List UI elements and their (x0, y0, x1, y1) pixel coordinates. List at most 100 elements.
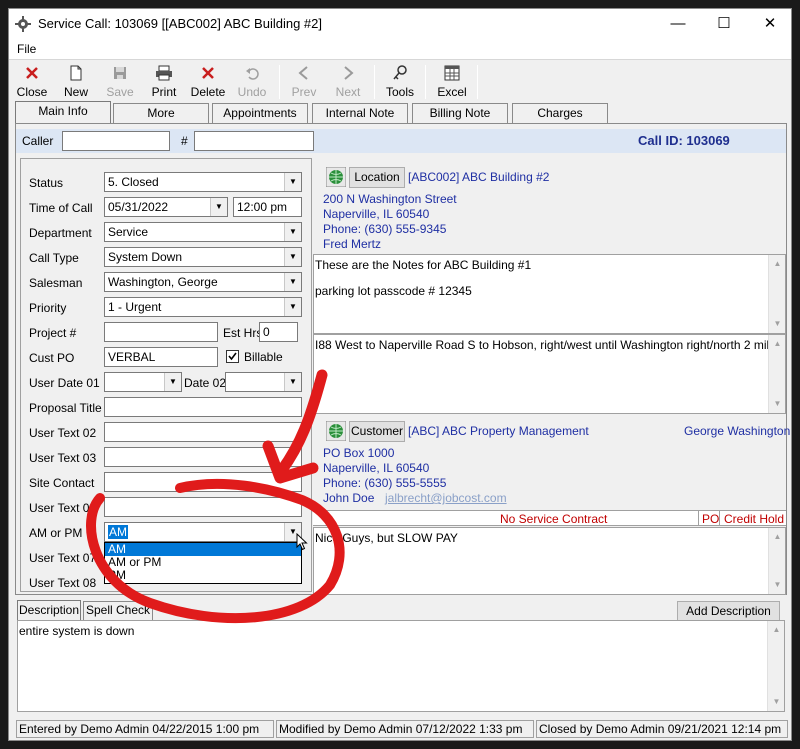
minimize-button[interactable]: — (655, 9, 701, 39)
description-scrollbar[interactable]: ▲ ▼ (767, 621, 784, 711)
location-button[interactable]: Location (349, 167, 405, 188)
globe-icon[interactable] (326, 167, 346, 187)
user-text-03-input[interactable] (104, 447, 302, 467)
tab-description[interactable]: Description (17, 600, 81, 620)
customer-email-link[interactable]: jalbrecht@jobcost.com (385, 491, 507, 505)
cust-po-input[interactable]: VERBAL (104, 347, 218, 367)
save-button[interactable]: Save (98, 63, 142, 101)
project-input[interactable] (104, 322, 218, 342)
chevron-down-icon[interactable]: ▼ (284, 223, 301, 241)
mouse-cursor-icon (296, 533, 308, 551)
location-street: 200 N Washington Street (323, 192, 457, 206)
toolbar: Close New Save Print Delete Undo Prev Ne… (9, 59, 791, 101)
toolbar-separator (279, 65, 280, 99)
main-tabs: Main Info More Appointments Internal Not… (9, 101, 791, 123)
caller-input[interactable] (62, 131, 170, 151)
chevron-down-icon[interactable]: ▼ (284, 248, 301, 266)
scroll-up-icon[interactable]: ▲ (769, 530, 786, 544)
department-select[interactable]: Service ▼ (104, 222, 302, 242)
salesman-value: Washington, George (108, 275, 218, 289)
globe-icon[interactable] (326, 421, 346, 441)
left-arrow-icon (298, 66, 308, 80)
tools-button[interactable]: Tools (378, 63, 422, 101)
tools-label: Tools (385, 85, 414, 99)
am-or-pm-value: AM (108, 525, 128, 539)
user-text-02-label: User Text 02 (29, 426, 97, 440)
tab-main-info[interactable]: Main Info (15, 101, 111, 123)
checkmark-icon (228, 352, 237, 361)
am-or-pm-select[interactable]: AM ▼ (104, 522, 302, 542)
billable-checkbox[interactable] (226, 350, 239, 363)
credit-hold-flag: Credit Hold (724, 512, 785, 526)
user-text-03-label: User Text 03 (29, 451, 97, 465)
chevron-down-icon[interactable]: ▼ (210, 198, 227, 216)
toolbar-separator (477, 65, 478, 99)
user-text-02-input[interactable] (104, 422, 302, 442)
next-label: Next (335, 85, 361, 99)
date-02-picker[interactable]: ▼ (225, 372, 302, 392)
excel-button[interactable]: Excel (430, 63, 474, 101)
est-hrs-input[interactable]: 0 (259, 322, 298, 342)
priority-select[interactable]: 1 - Urgent ▼ (104, 297, 302, 317)
status-select[interactable]: 5. Closed ▼ (104, 172, 302, 192)
option-pm[interactable]: PM (105, 569, 301, 582)
customer-notes-scrollbar[interactable]: ▲ ▼ (768, 528, 785, 594)
user-text-08-label: User Text 08 (29, 576, 97, 590)
scroll-down-icon[interactable]: ▼ (769, 317, 786, 331)
prev-button[interactable]: Prev (282, 63, 326, 101)
chevron-down-icon[interactable]: ▼ (284, 273, 301, 291)
maximize-button[interactable]: ☐ (701, 9, 747, 39)
tab-charges[interactable]: Charges (512, 103, 608, 123)
location-notes-scrollbar[interactable]: ▲ ▼ (768, 255, 785, 333)
tab-more[interactable]: More (113, 103, 209, 123)
call-time-input[interactable]: 12:00 pm (233, 197, 302, 217)
menu-file[interactable]: File (17, 42, 36, 56)
description-textarea[interactable]: entire system is down ▲ ▼ (17, 620, 785, 712)
directions-scrollbar[interactable]: ▲ ▼ (768, 335, 785, 413)
scroll-up-icon[interactable]: ▲ (769, 257, 786, 271)
tab-appointments[interactable]: Appointments (212, 103, 308, 123)
scroll-up-icon[interactable]: ▲ (768, 623, 785, 637)
next-button[interactable]: Next (326, 63, 370, 101)
new-button[interactable]: New (54, 63, 98, 101)
hash-label: # (181, 134, 188, 148)
department-label: Department (29, 226, 92, 240)
location-notes-box[interactable]: These are the Notes for ABC Building #1 … (313, 254, 786, 334)
user-text-05-input[interactable] (104, 497, 302, 517)
customer-button[interactable]: Customer (349, 421, 405, 442)
chevron-down-icon[interactable]: ▼ (284, 173, 301, 191)
chevron-down-icon[interactable]: ▼ (284, 298, 301, 316)
print-label: Print (151, 85, 177, 99)
salesman-select[interactable]: Washington, George ▼ (104, 272, 302, 292)
call-date-picker[interactable]: 05/31/2022 ▼ (104, 197, 228, 217)
customer-notes-box[interactable]: Nice Guys, but SLOW PAY ▲ ▼ (313, 527, 786, 595)
tab-billing-note[interactable]: Billing Note (412, 103, 508, 123)
undo-icon (246, 68, 259, 80)
proposal-title-input[interactable] (104, 397, 302, 417)
delete-button[interactable]: Delete (186, 63, 230, 101)
scroll-up-icon[interactable]: ▲ (769, 337, 786, 351)
call-date-value: 05/31/2022 (108, 200, 169, 214)
close-button[interactable]: Close (10, 63, 54, 101)
customer-notes-text: Nice Guys, but SLOW PAY (315, 531, 458, 545)
directions-box[interactable]: I88 West to Naperville Road S to Hobson,… (313, 334, 786, 414)
call-type-select[interactable]: System Down ▼ (104, 247, 302, 267)
description-text: entire system is down (19, 624, 135, 638)
caller-number-input[interactable] (194, 131, 314, 151)
site-contact-input[interactable] (104, 472, 302, 492)
scroll-down-icon[interactable]: ▼ (769, 578, 786, 592)
add-description-button[interactable]: Add Description (677, 601, 780, 621)
chevron-down-icon[interactable]: ▼ (284, 373, 301, 391)
chevron-down-icon[interactable]: ▼ (164, 373, 181, 391)
department-value: Service (108, 225, 149, 239)
user-date-01-label: User Date 01 (29, 376, 100, 390)
tab-spell-check[interactable]: Spell Check (83, 601, 153, 620)
tab-internal-note[interactable]: Internal Note (312, 103, 408, 123)
close-window-button[interactable]: ✕ (747, 9, 791, 39)
undo-button[interactable]: Undo (230, 63, 274, 101)
user-date-01-picker[interactable]: ▼ (104, 372, 182, 392)
scroll-down-icon[interactable]: ▼ (768, 695, 785, 709)
option-am-or-pm[interactable]: AM or PM (105, 556, 301, 569)
scroll-down-icon[interactable]: ▼ (769, 397, 786, 411)
print-button[interactable]: Print (142, 63, 186, 101)
